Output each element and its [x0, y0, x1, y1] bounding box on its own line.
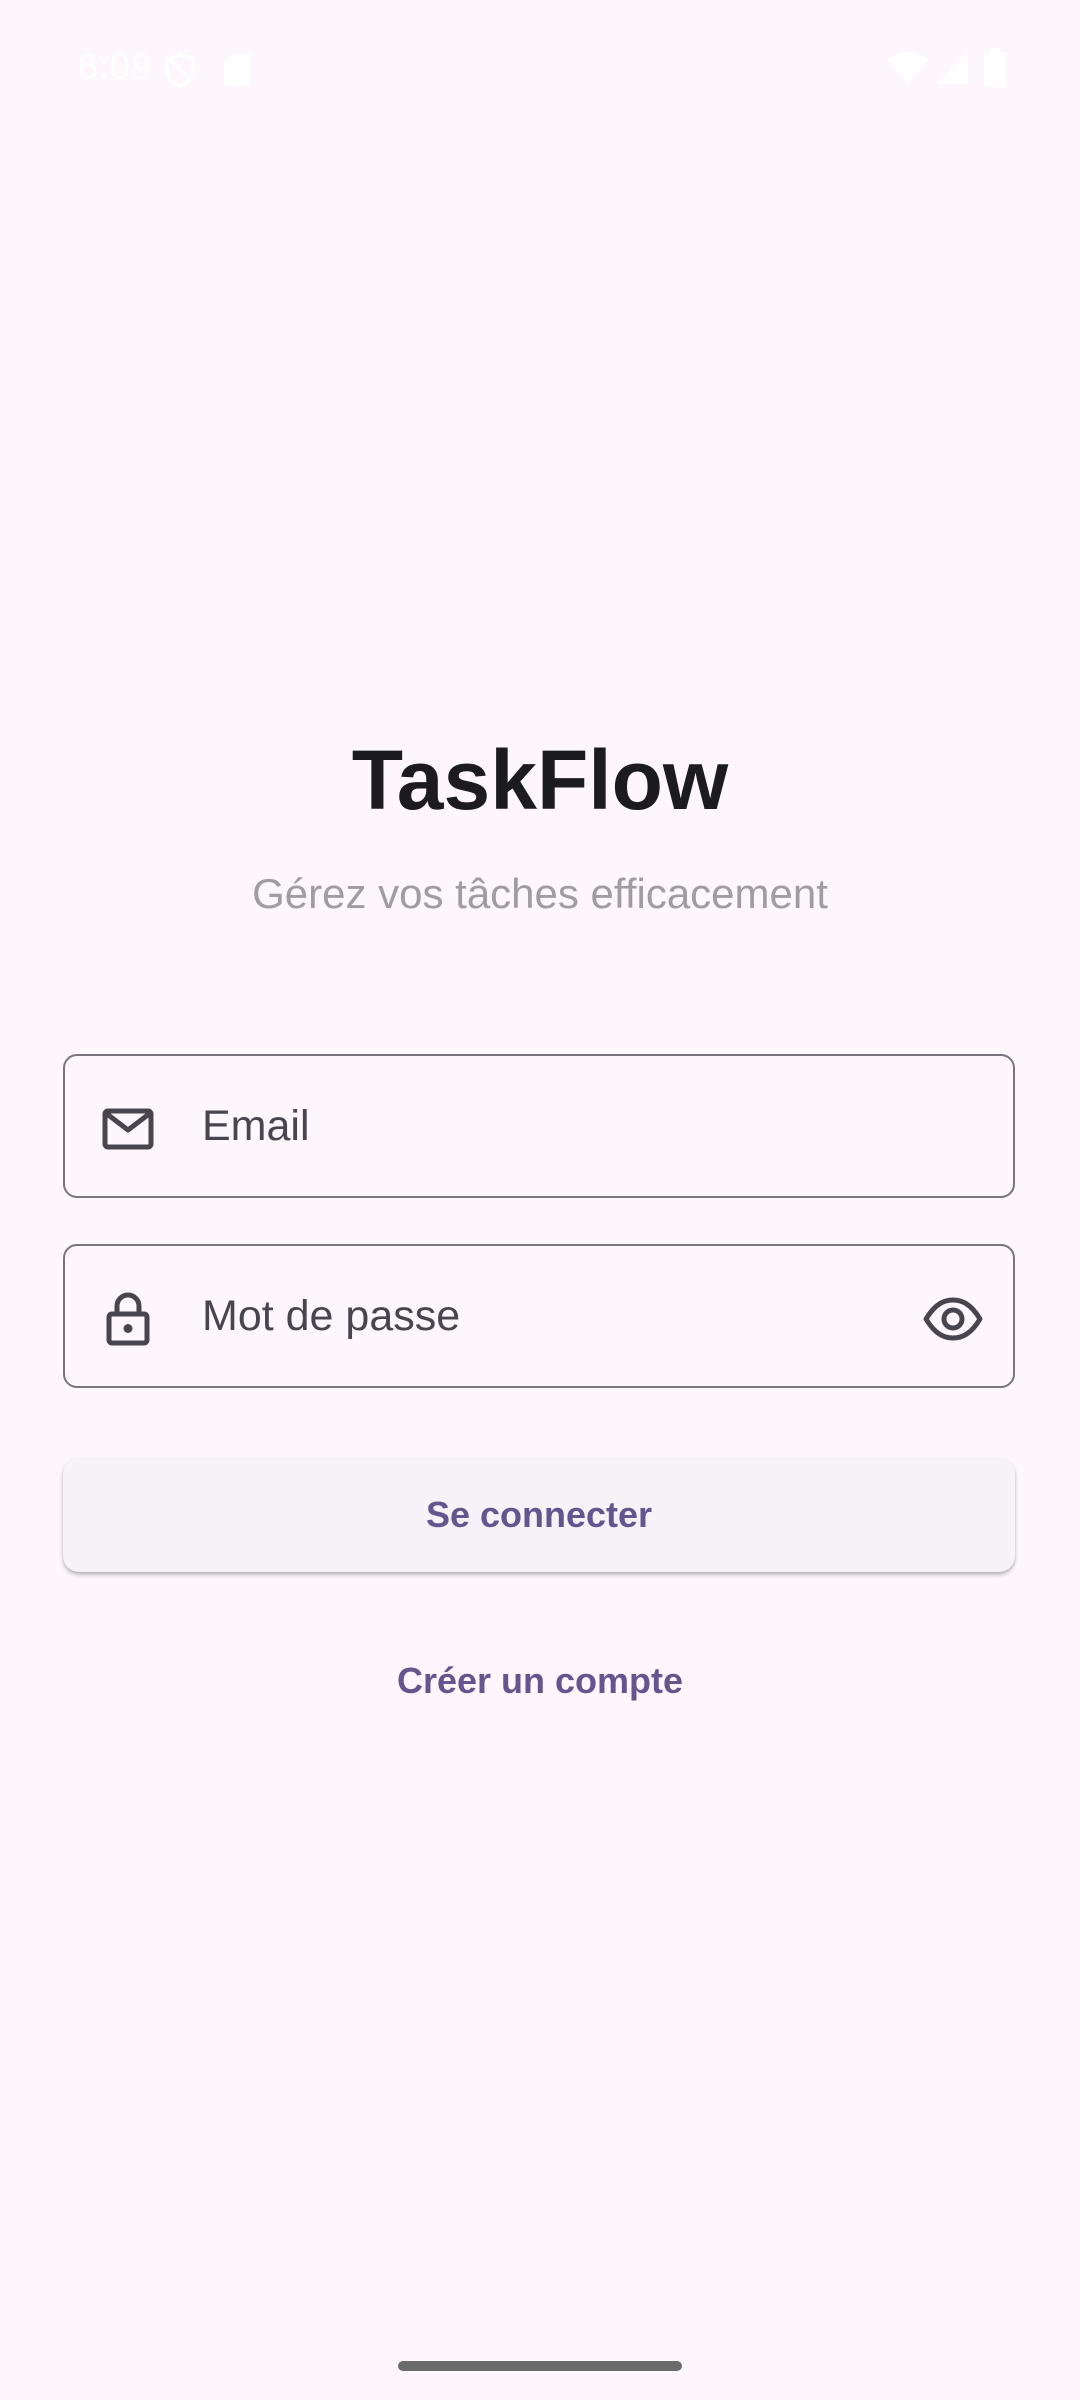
sim-card-icon [224, 54, 250, 86]
battery-icon [984, 48, 1006, 87]
app-title: TaskFlow [351, 733, 729, 827]
login-button-label: Se connecter [425, 1494, 653, 1535]
status-bar: 6:09 [0, 0, 1080, 130]
eye-icon[interactable] [923, 1292, 983, 1346]
login-button[interactable]: Se connecter [63, 1458, 1015, 1572]
wifi-icon [888, 51, 928, 84]
mail-icon [102, 1108, 154, 1150]
lock-icon [106, 1292, 150, 1346]
app-subtitle: Gérez vos tâches efficacement [252, 870, 828, 917]
password-placeholder: Mot de passe [202, 1292, 461, 1340]
create-account-link[interactable]: Créer un compte [397, 1660, 683, 1701]
email-placeholder: Email [202, 1102, 310, 1150]
password-field[interactable]: Mot de passe [63, 1244, 1015, 1388]
signal-icon [936, 52, 968, 84]
home-indicator[interactable] [398, 2361, 682, 2371]
email-field[interactable]: Email [63, 1054, 1015, 1198]
create-account-container: Créer un compte [0, 1660, 1080, 1702]
status-time: 6:09 [78, 46, 153, 87]
shield-icon [165, 52, 195, 88]
